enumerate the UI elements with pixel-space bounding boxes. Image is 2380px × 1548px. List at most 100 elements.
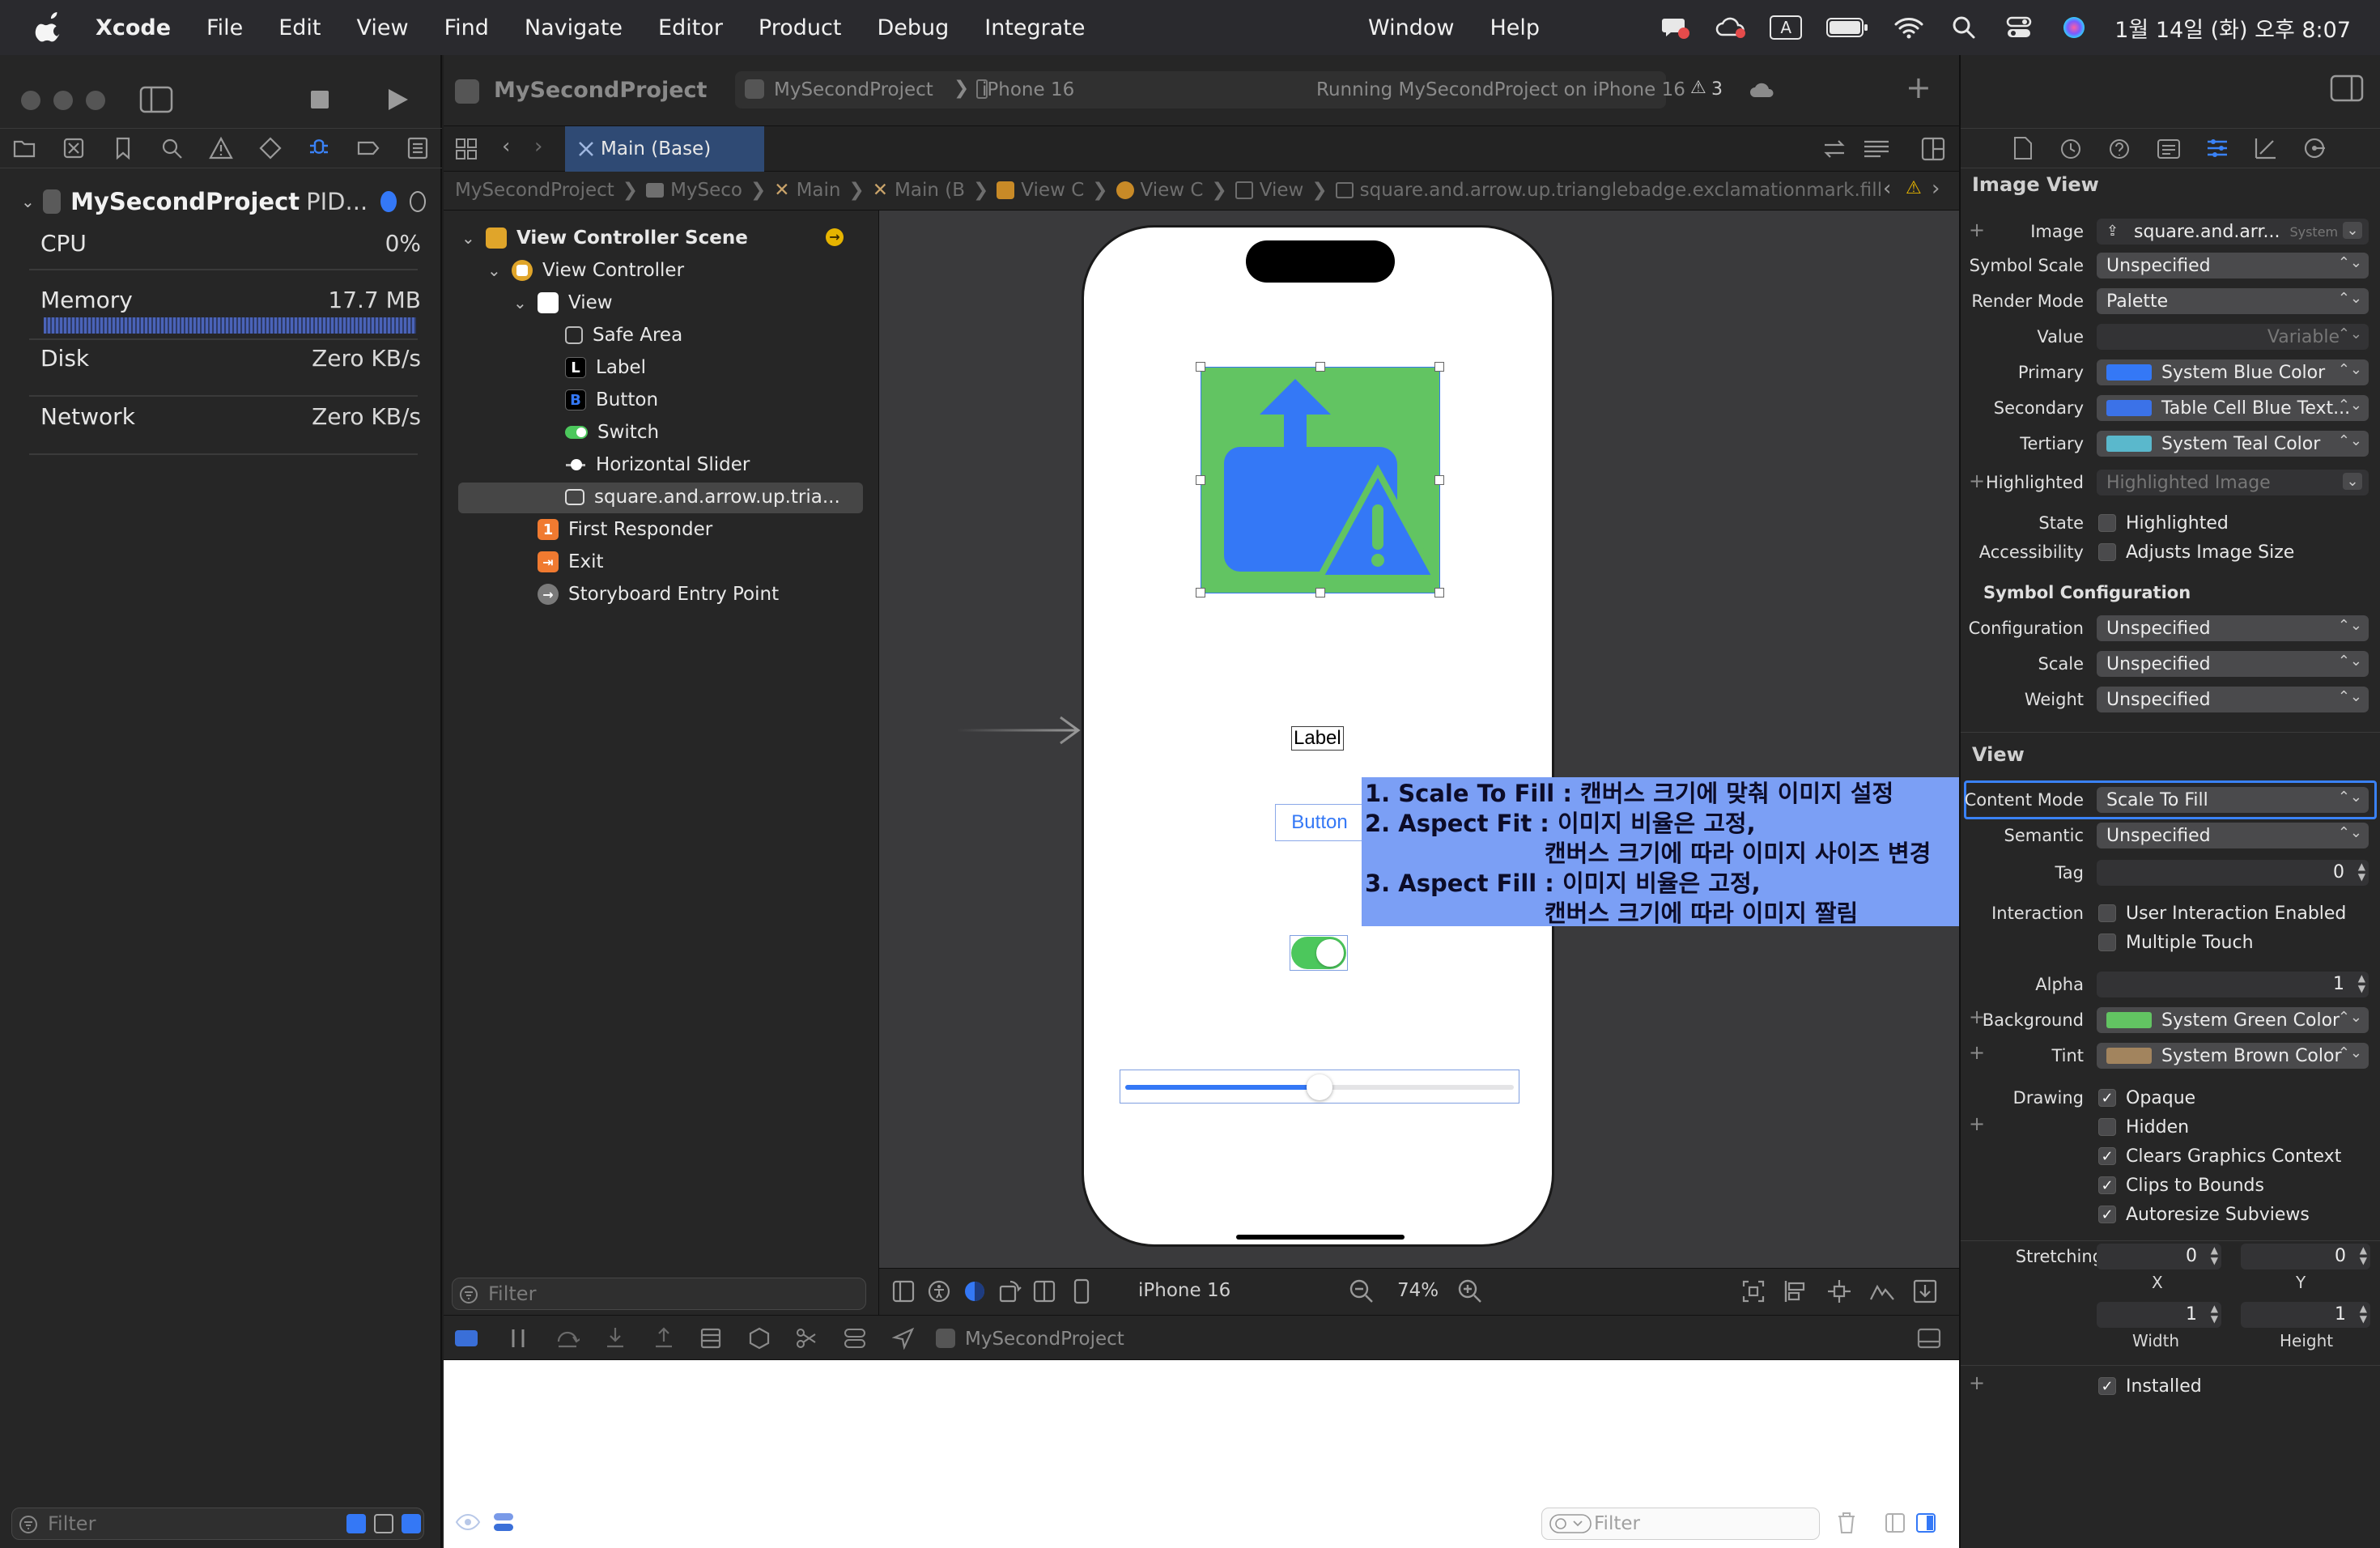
siri-icon[interactable] (2058, 14, 2090, 41)
view-hierarchy-icon[interactable] (699, 1327, 722, 1350)
jumpbar-view[interactable]: View (1260, 180, 1304, 201)
semantic-popup[interactable]: Unspecified ⌃⌄ (2097, 823, 2369, 848)
orientation-icon[interactable] (997, 1278, 1023, 1304)
filter-options-icon[interactable] (1549, 1514, 1592, 1533)
jumpbar-storyboard[interactable]: Main (797, 180, 841, 201)
menu-window[interactable]: Window (1368, 15, 1454, 40)
appearance-icon[interactable] (963, 1280, 986, 1303)
variables-toggle-icon[interactable] (492, 1511, 515, 1533)
menu-find[interactable]: Find (444, 15, 489, 40)
stepper-icon[interactable]: ⌃⌄ (2338, 325, 2362, 342)
jumpbar-scene[interactable]: View C (1021, 180, 1084, 201)
outline-item-safe-area[interactable]: Safe Area (565, 319, 682, 351)
tertiary-color-popup[interactable]: System Teal Color ⌃⌄ (2097, 431, 2369, 457)
highlighted-checkbox[interactable] (2098, 514, 2116, 532)
multiple-touch-checkbox[interactable] (2098, 933, 2116, 951)
menu-app-name[interactable]: Xcode (96, 15, 171, 40)
accessibility-icon[interactable] (928, 1280, 950, 1303)
debug-console[interactable]: Filter (444, 1360, 1959, 1548)
canvas-switch[interactable] (1290, 935, 1348, 971)
window-zoom-button[interactable] (86, 91, 105, 110)
attributes-inspector-icon[interactable] (2205, 136, 2229, 160)
warning-badge-icon[interactable]: → (826, 228, 844, 246)
issue-navigator-icon[interactable] (209, 136, 233, 160)
outline-item-switch[interactable]: Switch (565, 416, 659, 449)
help-inspector-icon[interactable] (2108, 138, 2131, 160)
image-view[interactable] (1196, 362, 1444, 598)
resize-handle[interactable] (1196, 475, 1205, 485)
trash-icon[interactable] (1836, 1511, 1857, 1535)
clears-graphics-context-checkbox[interactable]: ✓ (2098, 1147, 2116, 1165)
disclosure-chevron-icon[interactable]: ⌄ (461, 228, 479, 248)
canvas-device-selector[interactable]: iPhone 16 (1138, 1280, 1230, 1301)
process-row[interactable]: ⌄ MySecondProject PID... (21, 188, 426, 215)
jumpbar-back-icon[interactable]: ‹ (1883, 176, 1891, 201)
installed-checkbox[interactable]: ✓ (2098, 1377, 2116, 1395)
resize-handle[interactable] (1196, 362, 1205, 372)
filter-option-icon[interactable] (402, 1514, 421, 1533)
outline-item-exit[interactable]: ⇥ Exit (513, 546, 604, 578)
jumpbar-warning-icon[interactable]: ⚠ (1906, 178, 1922, 198)
resize-handle[interactable] (1434, 362, 1444, 372)
input-source-icon[interactable]: A (1770, 15, 1803, 40)
scheme-selector[interactable]: MySecondProject (774, 79, 933, 100)
split-right-icon[interactable] (1915, 1512, 1936, 1533)
gauge-network[interactable]: Network Zero KB/s (40, 403, 421, 430)
find-navigator-icon[interactable] (159, 136, 184, 160)
add-constraints-icon[interactable] (1826, 1278, 1852, 1304)
window-minimize-button[interactable] (53, 91, 73, 110)
tint-color-popup[interactable]: System Brown Color ⌃⌄ (2097, 1043, 2369, 1069)
resolve-layout-icon[interactable] (1868, 1278, 1896, 1304)
chat-status-icon[interactable] (1660, 14, 1692, 41)
info-icon[interactable] (380, 191, 397, 212)
menu-debug[interactable]: Debug (877, 15, 949, 40)
update-frames-icon[interactable] (1740, 1278, 1766, 1304)
bookmark-icon[interactable] (111, 136, 135, 160)
stepper-icon[interactable]: ▲ ▼ (2360, 1303, 2367, 1325)
opaque-checkbox[interactable]: ✓ (2098, 1089, 2116, 1107)
stretching-height-field[interactable]: 1 ▲ ▼ (2241, 1302, 2370, 1328)
menu-editor[interactable]: Editor (658, 15, 723, 40)
memory-graph-icon[interactable] (748, 1327, 771, 1350)
embed-in-icon[interactable] (1912, 1278, 1938, 1304)
iphone-frame[interactable]: Label Button (1082, 225, 1554, 1247)
editor-options-icon[interactable] (1862, 138, 1891, 160)
disclosure-chevron-icon[interactable]: ⌄ (487, 261, 505, 280)
menu-help[interactable]: Help (1490, 15, 1540, 40)
split-editor-icon[interactable] (1920, 136, 1946, 162)
align-icon[interactable] (1783, 1278, 1808, 1304)
render-mode-popup[interactable]: Palette ⌃⌄ (2097, 288, 2369, 314)
image-combo[interactable]: ⇪ square.and.arr... System ⌄ (2097, 219, 2369, 245)
combo-chevron-icon[interactable]: ⌄ (2343, 222, 2362, 239)
symbol-scale-popup[interactable]: Unspecified ⌃⌄ (2097, 253, 2369, 279)
canvas-label[interactable]: Label (1291, 726, 1344, 751)
outline-filter-input[interactable]: Filter (452, 1278, 866, 1310)
adjusts-image-size-checkbox[interactable] (2098, 543, 2116, 561)
outline-item-button[interactable]: B Button (565, 384, 658, 416)
back-chevron-icon[interactable]: ‹ (502, 134, 510, 159)
outline-toggle-icon[interactable] (892, 1280, 915, 1303)
hide-debug-area-icon[interactable] (1917, 1327, 1941, 1350)
gauge-memory[interactable]: Memory 17.7 MB (40, 287, 421, 313)
stepper-icon[interactable]: ▲ ▼ (2211, 1245, 2218, 1266)
hidden-checkbox[interactable] (2098, 1118, 2116, 1136)
breakpoint-navigator-icon[interactable] (356, 136, 380, 160)
cloud-status-icon[interactable] (1715, 14, 1747, 41)
warning-icon[interactable]: ⚠ (1690, 78, 1706, 98)
menu-navigate[interactable]: Navigate (525, 15, 623, 40)
weight-popup[interactable]: Unspecified ⌃⌄ (2097, 687, 2369, 712)
control-center-icon[interactable] (2003, 14, 2035, 41)
zoom-out-icon[interactable] (1349, 1278, 1375, 1304)
swap-icon[interactable] (1821, 138, 1847, 160)
jumpbar-project[interactable]: MySecondProject (455, 180, 614, 201)
outline-item-label[interactable]: L Label (565, 351, 646, 384)
menu-integrate[interactable]: Integrate (984, 15, 1085, 40)
menu-edit[interactable]: Edit (278, 15, 321, 40)
stepper-icon[interactable]: ▲ ▼ (2360, 1245, 2367, 1266)
toggles-icon[interactable] (844, 1327, 866, 1350)
jumpbar-view-controller[interactable]: View C (1141, 180, 1204, 201)
stretching-width-field[interactable]: 1 ▲ ▼ (2097, 1302, 2221, 1328)
user-interaction-enabled-checkbox[interactable] (2098, 904, 2116, 922)
secondary-color-popup[interactable]: Table Cell Blue Text... ⌃⌄ (2097, 395, 2369, 421)
wifi-icon[interactable] (1893, 14, 1925, 41)
